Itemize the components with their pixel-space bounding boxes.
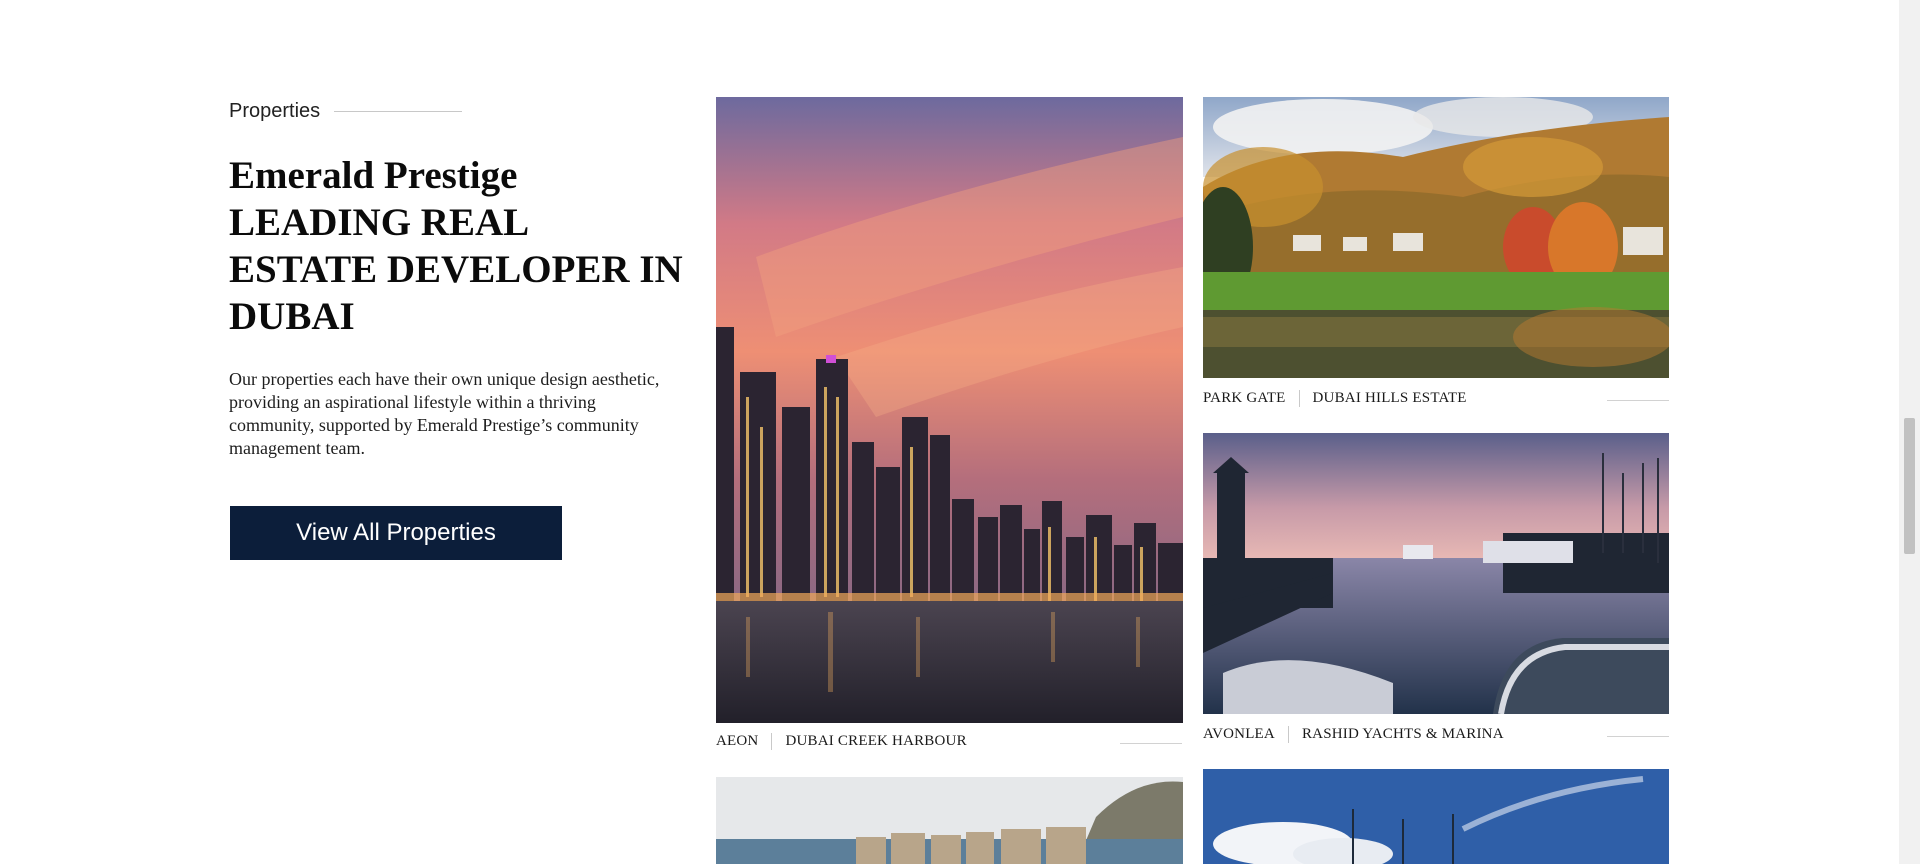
property-image-avonlea[interactable]	[1203, 433, 1669, 714]
section-heading: Emerald Prestige LEADING REAL ESTATE DEV…	[229, 152, 704, 340]
property-location: DUBAI HILLS ESTATE	[1312, 390, 1467, 406]
property-image-partial-1[interactable]	[716, 777, 1183, 864]
property-name: PARK GATE	[1203, 390, 1286, 406]
heading-line-2: LEADING REAL	[229, 201, 530, 244]
caption-divider	[1607, 400, 1669, 401]
caption-divider	[1120, 743, 1182, 744]
caption-separator	[1298, 390, 1300, 407]
coastal-town-image	[716, 777, 1183, 864]
property-location: RASHID YACHTS & MARINA	[1301, 726, 1504, 742]
property-caption-avonlea[interactable]: AVONLEA RASHID YACHTS & MARINA	[1203, 726, 1504, 743]
scrollbar-thumb[interactable]	[1904, 418, 1915, 554]
caption-separator	[771, 733, 773, 750]
property-image-partial-2[interactable]	[1203, 769, 1669, 864]
property-location: DUBAI CREEK HARBOUR	[785, 733, 967, 749]
view-all-properties-button[interactable]: View All Properties	[230, 506, 562, 560]
sky-clouds-image	[1203, 769, 1669, 864]
property-image-aeon[interactable]	[716, 97, 1183, 723]
eyebrow-label: Properties	[229, 100, 321, 122]
caption-separator	[1287, 726, 1289, 743]
skyline-sunset-image	[716, 97, 1183, 723]
autumn-village-image	[1203, 97, 1669, 378]
property-name: AVONLEA	[1203, 726, 1275, 742]
caption-divider	[1607, 736, 1669, 737]
section-eyebrow: Properties	[229, 100, 463, 123]
property-caption-park-gate[interactable]: PARK GATE DUBAI HILLS ESTATE	[1203, 390, 1467, 407]
heading-line-4: DUBAI	[229, 295, 355, 338]
marina-dusk-image	[1203, 433, 1669, 714]
property-image-park-gate[interactable]	[1203, 97, 1669, 378]
heading-line-3: ESTATE DEVELOPER IN	[229, 248, 683, 291]
eyebrow-divider	[334, 111, 463, 112]
property-name: AEON	[716, 733, 759, 749]
heading-line-1: Emerald Prestige	[229, 154, 518, 197]
section-intro: Our properties each have their own uniqu…	[229, 369, 660, 458]
property-caption-aeon[interactable]: AEON DUBAI CREEK HARBOUR	[716, 733, 967, 750]
page-scrollbar[interactable]	[1899, 0, 1920, 864]
